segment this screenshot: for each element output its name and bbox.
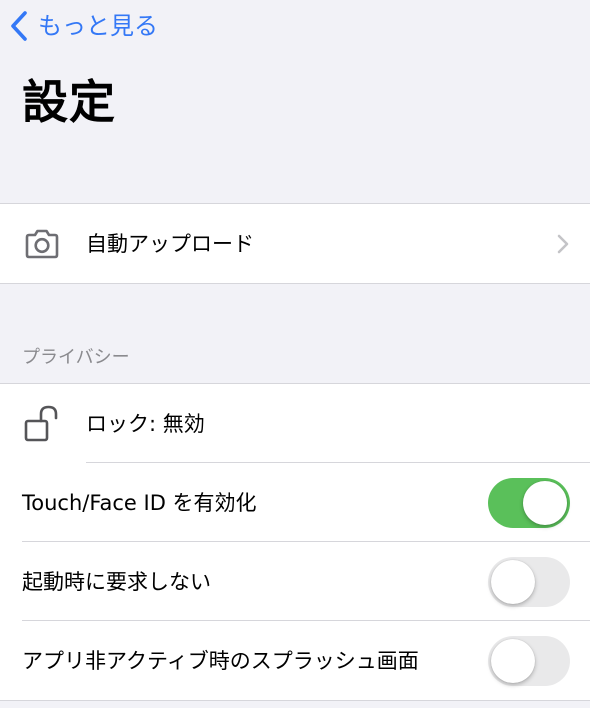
lock-row[interactable]: ロック: 無効 xyxy=(0,384,590,463)
toggle-knob xyxy=(523,480,567,525)
lock-status-label: ロック: 無効 xyxy=(86,411,205,436)
chevron-left-icon xyxy=(11,11,27,41)
auto-upload-label: 自動アップロード xyxy=(86,231,254,256)
privacy-group: ロック: 無効 Touch/Face ID を有効化 起動時に要求しない アプリ… xyxy=(0,383,590,701)
camera-icon xyxy=(22,224,62,264)
privacy-section-header: プライバシー xyxy=(22,347,130,368)
touch-face-id-label: Touch/Face ID を有効化 xyxy=(22,490,257,515)
no-request-on-launch-row: 起動時に要求しない xyxy=(0,542,590,621)
upload-group: 自動アップロード xyxy=(0,203,590,284)
toggle-knob xyxy=(491,559,535,604)
unlocked-padlock-icon xyxy=(22,404,62,444)
navigation-bar: もっと見る xyxy=(0,0,590,56)
chevron-right-icon xyxy=(557,234,569,253)
inactive-splash-label: アプリ非アクティブ時のスプラッシュ画面 xyxy=(22,648,419,673)
auto-upload-row[interactable]: 自動アップロード xyxy=(0,204,590,283)
no-request-on-launch-toggle[interactable] xyxy=(488,556,570,607)
inactive-splash-toggle[interactable] xyxy=(488,635,570,686)
page-title: 設定 xyxy=(22,75,116,129)
toggle-knob xyxy=(491,638,535,683)
no-request-on-launch-label: 起動時に要求しない xyxy=(22,569,211,594)
inactive-splash-row: アプリ非アクティブ時のスプラッシュ画面 xyxy=(0,621,590,700)
touch-face-id-toggle[interactable] xyxy=(488,477,570,528)
back-button-label: もっと見る xyxy=(38,12,158,40)
touch-face-id-row: Touch/Face ID を有効化 xyxy=(0,463,590,542)
back-button[interactable]: もっと見る xyxy=(8,10,158,42)
